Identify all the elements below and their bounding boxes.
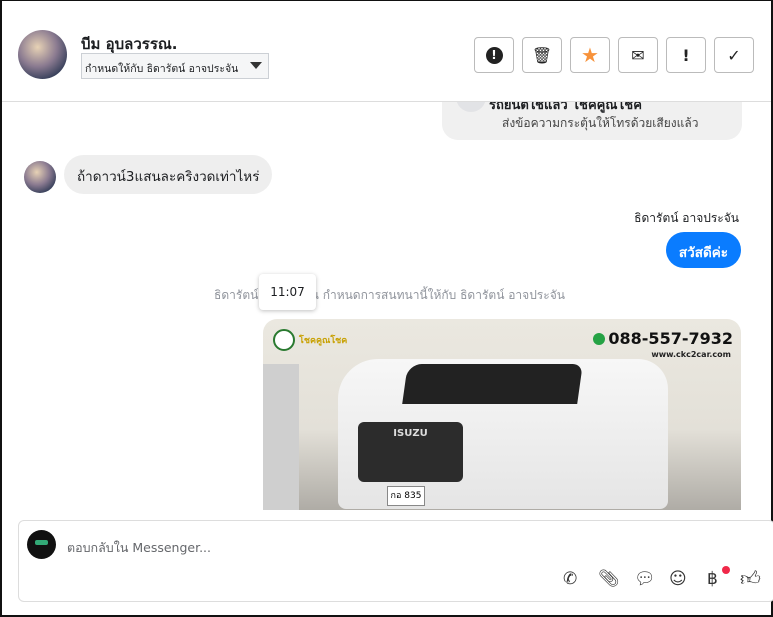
like-icon[interactable]: 👍︎ bbox=[740, 566, 761, 591]
message-thread[interactable]: รถยนต์ใช้แล้ว โชคคูณโชค ส่งข้อความกระตุ้… bbox=[2, 102, 771, 510]
card-subtitle: ส่งข้อความกระตุ้นให้โทรด้วยเสียงแล้ว bbox=[502, 116, 699, 130]
star-icon: ★ bbox=[581, 43, 599, 67]
emoji-icon[interactable]: ☺ bbox=[669, 569, 687, 589]
phone-icon bbox=[593, 333, 606, 345]
envelope-icon: ✉ bbox=[631, 45, 645, 65]
sender-avatar[interactable] bbox=[24, 161, 56, 193]
reply-composer[interactable]: ตอบกลับใน Messenger... ✆ 📎︎ 💬︎ ☺ ฿ 👍︎ bbox=[18, 520, 773, 602]
image-website: www.ckc2car.com bbox=[651, 350, 731, 359]
incoming-message[interactable]: ถ้าดาวน์3แสนละคริงวดเท่าไหร่ bbox=[64, 155, 273, 194]
notification-badge bbox=[722, 566, 730, 574]
conversation-header: บีม อุบลวรรณ. กำหนดให้กับ ธิดารัตน์ อาจป… bbox=[2, 1, 771, 102]
payment-icon[interactable]: ฿ bbox=[707, 569, 718, 589]
spam-button[interactable]: ! bbox=[474, 37, 514, 73]
mark-unread-button[interactable]: ✉ bbox=[618, 37, 658, 73]
star-button[interactable]: ★ bbox=[570, 37, 610, 73]
contact-avatar[interactable] bbox=[18, 30, 67, 79]
follow-up-button[interactable]: ! bbox=[666, 37, 706, 73]
caret-down-icon bbox=[250, 62, 262, 69]
truck-grille: ISUZU bbox=[358, 422, 463, 482]
image-phone: 088-557-7932 bbox=[593, 329, 733, 348]
agent-name: ธิดารัตน์ อาจประจัน bbox=[634, 211, 739, 225]
truck-windshield bbox=[402, 364, 583, 404]
call-add-icon[interactable]: ✆ bbox=[563, 569, 577, 589]
assign-dropdown[interactable]: กำหนดให้กับ ธิดารัตน์ อาจประจัน bbox=[81, 53, 269, 79]
check-icon: ✓ bbox=[727, 45, 741, 65]
call-prompt-card: รถยนต์ใช้แล้ว โชคคูณโชค ส่งข้อความกระตุ้… bbox=[442, 102, 742, 140]
trash-icon: 🗑 bbox=[531, 45, 553, 65]
outgoing-message[interactable]: สวัสดีค่ะ bbox=[665, 232, 741, 268]
delete-button[interactable]: 🗑 bbox=[522, 37, 562, 73]
system-note: ธิดารัตน์ อาจประจัน กำหนดการสนทนานี้ให้ก… bbox=[214, 288, 565, 302]
car-image-message[interactable]: โชคคูณโชค 088-557-7932 www.ckc2car.com I… bbox=[263, 319, 741, 510]
image-door bbox=[263, 364, 299, 510]
page-avatar bbox=[27, 530, 56, 559]
timestamp-tooltip: 11:07 bbox=[259, 274, 316, 310]
alert-circle-icon: ! bbox=[485, 46, 503, 64]
exclamation-icon: ! bbox=[682, 45, 690, 65]
dealer-name: โชคคูณโชค bbox=[299, 336, 348, 346]
card-icon bbox=[456, 102, 486, 112]
dealer-logo bbox=[273, 329, 295, 351]
assign-label: กำหนดให้กับ ธิดารัตน์ อาจประจัน bbox=[85, 63, 239, 75]
reply-input[interactable]: ตอบกลับใน Messenger... bbox=[67, 538, 211, 558]
done-button[interactable]: ✓ bbox=[714, 37, 754, 73]
attach-icon[interactable]: 📎︎ bbox=[598, 569, 620, 589]
license-plate: กอ 835 bbox=[387, 486, 425, 506]
saved-reply-icon[interactable]: 💬︎ bbox=[634, 569, 656, 589]
